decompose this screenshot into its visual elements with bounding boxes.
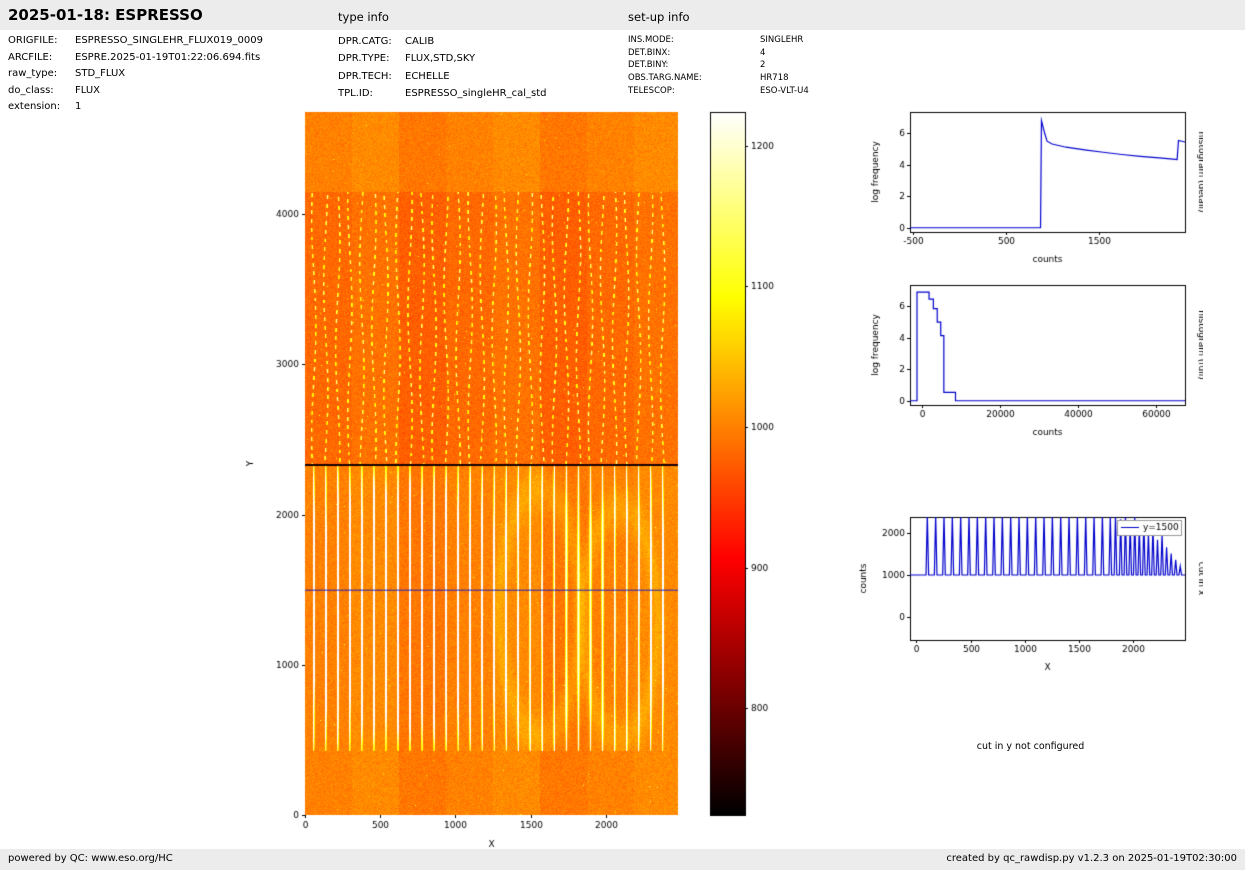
- histogram-detail-figure: [858, 106, 1203, 281]
- info-label: OBS.TARG.NAME:: [628, 72, 760, 85]
- info-label: ORIGFILE:: [8, 33, 75, 50]
- info-value: STD_FLUX: [75, 66, 125, 83]
- footer-left-text: powered by QC: www.eso.org/HC: [8, 853, 173, 864]
- file-info-row: extension:1: [8, 99, 263, 116]
- info-label: DET.BINX:: [628, 47, 760, 60]
- cut-in-y-note: cut in y not configured: [858, 741, 1203, 752]
- info-value: HR718: [760, 72, 789, 85]
- type-info-row: DPR.TECH:ECHELLE: [338, 68, 546, 85]
- main-image-figure: [235, 100, 795, 850]
- info-value: ESPRESSO_SINGLEHR_FLUX019_0009: [75, 33, 263, 50]
- info-value: ESO-VLT-U4: [760, 85, 809, 98]
- info-label: INS.MODE:: [628, 34, 760, 47]
- type-info-block: DPR.CATG:CALIB DPR.TYPE:FLUX,STD,SKY DPR…: [338, 33, 546, 102]
- file-info-row: do_class:FLUX: [8, 83, 263, 100]
- file-info-row: raw_type:STD_FLUX: [8, 66, 263, 83]
- info-value: 2: [760, 59, 765, 72]
- setup-info-heading: set-up info: [628, 10, 690, 24]
- file-info-row: ORIGFILE:ESPRESSO_SINGLEHR_FLUX019_0009: [8, 33, 263, 50]
- setup-info-row: DET.BINY:2: [628, 59, 809, 72]
- setup-info-row: TELESCOP:ESO-VLT-U4: [628, 85, 809, 98]
- page-title: 2025-01-18: ESPRESSO: [8, 6, 203, 24]
- type-info-row: DPR.TYPE:FLUX,STD,SKY: [338, 50, 546, 67]
- info-value: 4: [760, 47, 765, 60]
- file-info-row: ARCFILE:ESPRE.2025-01-19T01:22:06.694.fi…: [8, 50, 263, 67]
- info-label: extension:: [8, 99, 75, 116]
- type-info-heading: type info: [338, 10, 389, 24]
- info-value: ECHELLE: [405, 68, 450, 85]
- footer-bar: powered by QC: www.eso.org/HC created by…: [0, 849, 1245, 870]
- setup-info-row: INS.MODE:SINGLEHR: [628, 34, 809, 47]
- info-label: do_class:: [8, 83, 75, 100]
- info-value: SINGLEHR: [760, 34, 803, 47]
- setup-info-block: INS.MODE:SINGLEHR DET.BINX:4 DET.BINY:2 …: [628, 34, 809, 98]
- info-label: ARCFILE:: [8, 50, 75, 67]
- cut-in-x-figure: [858, 508, 1203, 693]
- info-label: DET.BINY:: [628, 59, 760, 72]
- info-label: DPR.TECH:: [338, 68, 405, 85]
- type-info-row: DPR.CATG:CALIB: [338, 33, 546, 50]
- info-label: DPR.TYPE:: [338, 50, 405, 67]
- info-label: raw_type:: [8, 66, 75, 83]
- info-value: ESPRE.2025-01-19T01:22:06.694.fits: [75, 50, 260, 67]
- setup-info-row: DET.BINX:4: [628, 47, 809, 60]
- header-bar: 2025-01-18: ESPRESSO type info set-up in…: [0, 0, 1245, 30]
- info-value: 1: [75, 99, 81, 116]
- info-value: CALIB: [405, 33, 434, 50]
- info-value: FLUX,STD,SKY: [405, 50, 475, 67]
- info-label: TELESCOP:: [628, 85, 760, 98]
- footer-right-text: created by qc_rawdisp.py v1.2.3 on 2025-…: [946, 853, 1237, 864]
- info-label: DPR.CATG:: [338, 33, 405, 50]
- file-info-block: ORIGFILE:ESPRESSO_SINGLEHR_FLUX019_0009 …: [8, 33, 263, 116]
- info-value: FLUX: [75, 83, 100, 100]
- setup-info-row: OBS.TARG.NAME:HR718: [628, 72, 809, 85]
- histogram-full-figure: [858, 278, 1203, 453]
